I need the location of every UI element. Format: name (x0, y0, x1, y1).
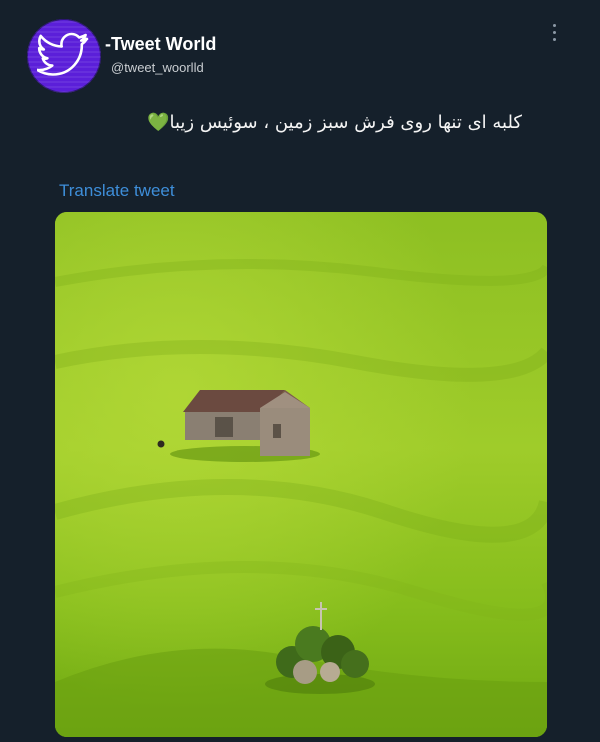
menu-dot (552, 37, 556, 41)
landscape-illustration (55, 212, 547, 737)
author-handle[interactable]: @tweet_woorlld (111, 60, 204, 75)
translate-tweet-link[interactable]: Translate tweet (59, 181, 175, 201)
avatar[interactable] (27, 19, 101, 93)
tweet-text-body: کلبه ای تنها روی فرش سبز زمین ، سوئیس زی… (169, 112, 522, 133)
menu-dot (552, 30, 556, 34)
tweet-photo[interactable] (55, 212, 547, 737)
twitter-bird-icon (37, 32, 89, 76)
more-vertical-icon[interactable] (544, 18, 564, 46)
green-heart-emoji: 💚 (147, 112, 170, 133)
menu-dot (552, 23, 556, 27)
author-display-name[interactable]: -Tweet World (105, 34, 216, 55)
tweet-text: کلبه ای تنها روی فرش سبز زمین ، سوئیس زی… (147, 112, 522, 133)
